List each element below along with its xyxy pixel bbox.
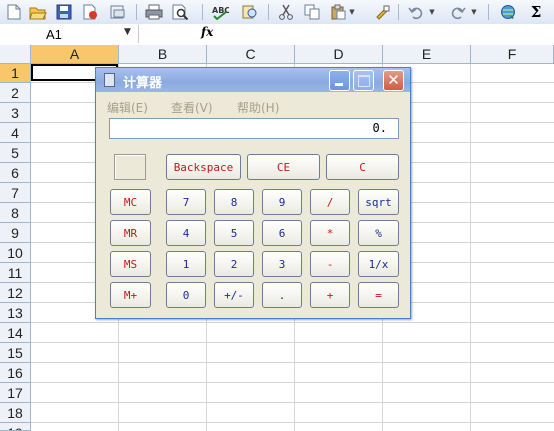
row-header-7[interactable]: 7 xyxy=(0,183,31,203)
hyperlink-icon[interactable] xyxy=(498,2,518,22)
name-box[interactable]: A1 ▼ xyxy=(0,25,139,43)
row-header-6[interactable]: 6 xyxy=(0,163,31,183)
calculator-title-bar[interactable]: 计算器 ✕ xyxy=(96,68,410,92)
clear-entry-button[interactable]: CE xyxy=(247,154,320,180)
key-percent[interactable]: % xyxy=(358,220,399,246)
row-header-15[interactable]: 15 xyxy=(0,343,31,363)
row-header-1[interactable]: 1 xyxy=(0,64,31,83)
formula-bar: A1 ▼ fx xyxy=(0,24,554,46)
row-header-16[interactable]: 16 xyxy=(0,363,31,383)
row-header-12[interactable]: 12 xyxy=(0,283,31,303)
key-2[interactable]: 2 xyxy=(214,251,254,277)
memory-clear-button[interactable]: MC xyxy=(110,189,151,215)
maximize-button[interactable] xyxy=(353,70,374,91)
row-header-5[interactable]: 5 xyxy=(0,143,31,163)
row-header-17[interactable]: 17 xyxy=(0,383,31,403)
select-all-corner[interactable] xyxy=(0,45,31,64)
memory-add-button[interactable]: M+ xyxy=(110,282,151,308)
backspace-button[interactable]: Backspace xyxy=(166,154,241,180)
print-preview-icon[interactable] xyxy=(170,2,190,22)
window-title: 计算器 xyxy=(123,76,163,91)
standard-toolbar: ABC ▼ ▼ ▼ Σ xyxy=(0,0,554,25)
key-multiply[interactable]: * xyxy=(310,220,350,246)
svg-text:ABC: ABC xyxy=(212,6,229,15)
row-header-8[interactable]: 8 xyxy=(0,203,31,223)
row-header-11[interactable]: 11 xyxy=(0,263,31,283)
memory-store-button[interactable]: MS xyxy=(110,251,151,277)
undo-chevron-down-icon[interactable]: ▼ xyxy=(428,2,436,22)
key-6[interactable]: 6 xyxy=(262,220,302,246)
key-9[interactable]: 9 xyxy=(262,189,302,215)
key-3[interactable]: 3 xyxy=(262,251,302,277)
close-icon: ✕ xyxy=(387,71,400,89)
memory-recall-button[interactable]: MR xyxy=(110,220,151,246)
column-header-b[interactable]: B xyxy=(119,45,207,64)
column-header-e[interactable]: E xyxy=(383,45,471,64)
column-header-d[interactable]: D xyxy=(295,45,383,64)
column-header-c[interactable]: C xyxy=(207,45,295,64)
print-icon[interactable] xyxy=(144,2,164,22)
row-header-4[interactable]: 4 xyxy=(0,123,31,143)
close-button[interactable]: ✕ xyxy=(383,70,404,91)
memory-indicator xyxy=(114,154,146,180)
row-header-2[interactable]: 2 xyxy=(0,83,31,103)
redo-chevron-down-icon[interactable]: ▼ xyxy=(470,2,478,22)
row-header-10[interactable]: 10 xyxy=(0,243,31,263)
key-8[interactable]: 8 xyxy=(214,189,254,215)
key-0[interactable]: 0 xyxy=(166,282,206,308)
key-divide[interactable]: / xyxy=(310,189,350,215)
insert-function-icon[interactable]: fx xyxy=(201,25,213,39)
menu-help[interactable]: 帮助(H) xyxy=(237,99,279,116)
paste-icon[interactable] xyxy=(328,2,348,22)
row-header-18[interactable]: 18 xyxy=(0,403,31,423)
format-painter-icon[interactable] xyxy=(372,2,392,22)
key-4[interactable]: 4 xyxy=(166,220,206,246)
menu-view[interactable]: 查看(V) xyxy=(171,99,213,116)
copy-icon[interactable] xyxy=(302,2,322,22)
key-reciprocal[interactable]: 1/x xyxy=(358,251,399,277)
row-header-19[interactable]: 19 xyxy=(0,423,31,431)
key-5[interactable]: 5 xyxy=(214,220,254,246)
row-header-14[interactable]: 14 xyxy=(0,323,31,343)
display-value: 0. xyxy=(372,121,387,135)
email-icon[interactable] xyxy=(108,2,128,22)
formula-input[interactable] xyxy=(220,25,550,43)
key-7[interactable]: 7 xyxy=(166,189,206,215)
menu-edit[interactable]: 编辑(E) xyxy=(107,99,148,116)
calculator-icon xyxy=(104,73,115,87)
key-subtract[interactable]: - xyxy=(310,251,350,277)
open-folder-icon[interactable] xyxy=(28,2,48,22)
calculator-display: 0. xyxy=(109,118,399,139)
key-decimal[interactable]: . xyxy=(262,282,302,308)
row-header-3[interactable]: 3 xyxy=(0,103,31,123)
clear-button[interactable]: C xyxy=(326,154,399,180)
key-sqrt[interactable]: sqrt xyxy=(358,189,399,215)
calculator-window: 计算器 ✕ 编辑(E) 查看(V) 帮助(H) 0. Backspace CE … xyxy=(95,67,411,319)
minimize-button[interactable] xyxy=(329,70,350,91)
key-add[interactable]: + xyxy=(310,282,350,308)
key-equals[interactable]: = xyxy=(358,282,399,308)
autosum-icon[interactable]: Σ xyxy=(526,2,546,22)
name-box-value: A1 xyxy=(46,27,62,42)
save-icon[interactable] xyxy=(54,2,74,22)
key-1[interactable]: 1 xyxy=(166,251,206,277)
undo-icon[interactable] xyxy=(406,2,426,22)
permission-icon[interactable] xyxy=(80,2,100,22)
cut-icon[interactable] xyxy=(276,2,296,22)
spelling-icon[interactable]: ABC xyxy=(210,2,230,22)
research-icon[interactable] xyxy=(240,2,260,22)
new-document-icon[interactable] xyxy=(4,2,24,22)
redo-icon[interactable] xyxy=(448,2,468,22)
chevron-down-icon[interactable]: ▼ xyxy=(124,27,131,37)
row-header-13[interactable]: 13 xyxy=(0,303,31,323)
column-header-a[interactable]: A xyxy=(31,45,119,64)
row-header-9[interactable]: 9 xyxy=(0,223,31,243)
paste-options-chevron-down-icon[interactable]: ▼ xyxy=(348,2,356,22)
column-header-f[interactable]: F xyxy=(471,45,554,64)
key-negate[interactable]: +/- xyxy=(214,282,254,308)
